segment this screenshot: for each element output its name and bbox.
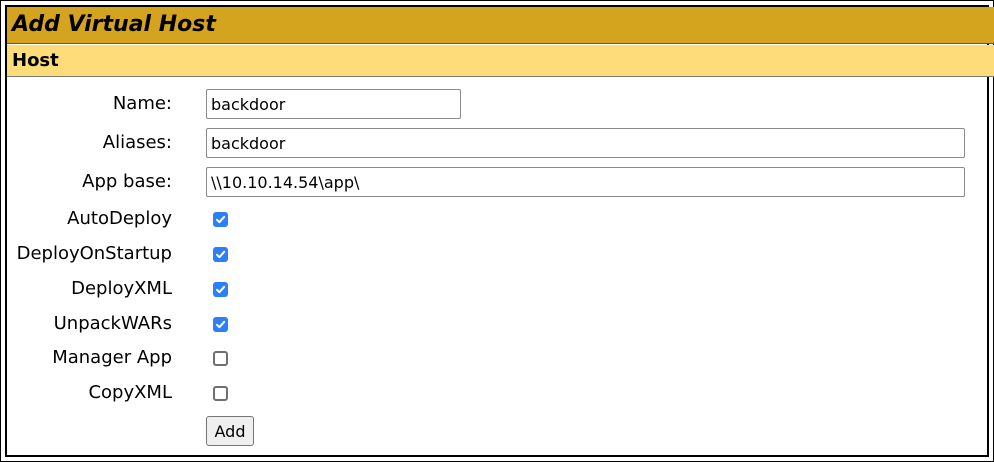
deployonstartup-checkbox[interactable] bbox=[213, 247, 228, 262]
section-header: Host bbox=[7, 45, 994, 77]
add-button[interactable]: Add bbox=[206, 416, 254, 446]
unpackwars-checkbox[interactable] bbox=[213, 317, 228, 332]
title-bar: Add Virtual Host bbox=[7, 7, 994, 44]
option-label: UnpackWARs bbox=[53, 313, 172, 334]
option-label: DeployXML bbox=[71, 278, 172, 299]
page-title: Add Virtual Host bbox=[12, 12, 216, 37]
option-label: DeployOnStartup bbox=[16, 243, 172, 264]
option-label: CopyXML bbox=[88, 382, 172, 403]
copyxml-checkbox[interactable] bbox=[213, 386, 228, 401]
app-base-input[interactable] bbox=[206, 167, 965, 197]
form-panel: Add Virtual Host Host Name: Aliases: App… bbox=[5, 5, 994, 457]
name-input[interactable] bbox=[206, 89, 461, 119]
deployxml-checkbox[interactable] bbox=[213, 282, 228, 297]
name-label: Name: bbox=[112, 93, 172, 114]
manager-app-checkbox[interactable] bbox=[213, 351, 228, 366]
option-label: Manager App bbox=[52, 347, 172, 368]
aliases-input[interactable] bbox=[206, 128, 965, 158]
option-label: AutoDeploy bbox=[67, 208, 172, 229]
section-title: Host bbox=[12, 50, 59, 71]
aliases-label: Aliases: bbox=[102, 132, 172, 153]
autodeploy-checkbox[interactable] bbox=[213, 212, 228, 227]
app-base-label: App base: bbox=[82, 171, 172, 192]
